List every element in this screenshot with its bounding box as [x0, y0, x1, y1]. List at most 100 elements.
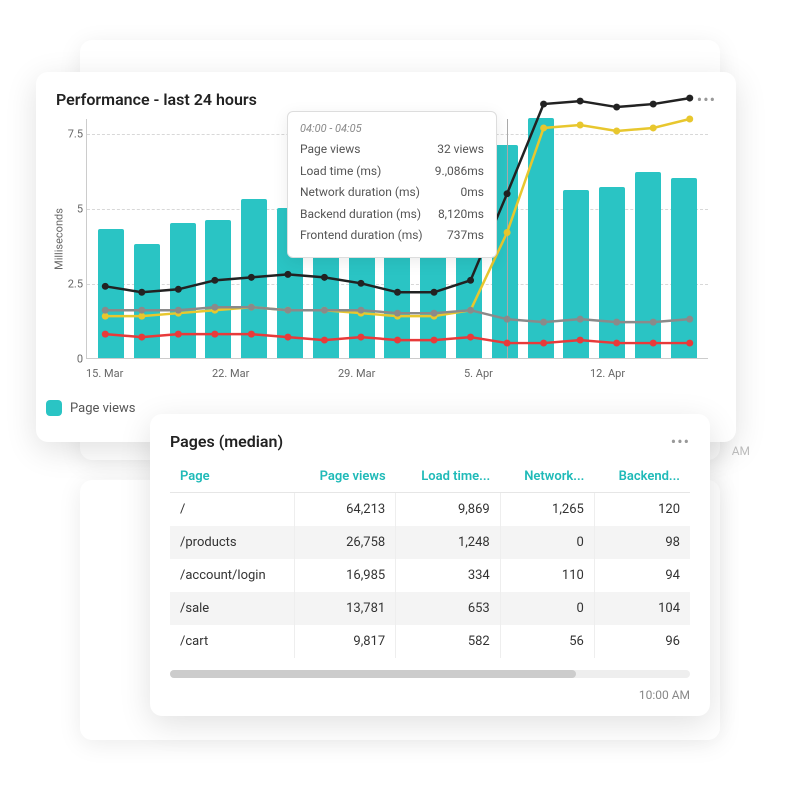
- series-point[interactable]: [138, 334, 145, 341]
- series-point[interactable]: [211, 304, 218, 311]
- more-icon[interactable]: •••: [671, 432, 690, 451]
- series-point[interactable]: [686, 95, 693, 102]
- chart-timestamp-ghost: AM: [732, 444, 750, 458]
- series-point[interactable]: [248, 274, 255, 281]
- series-point[interactable]: [540, 101, 547, 108]
- series-point[interactable]: [431, 310, 438, 317]
- series-point[interactable]: [577, 316, 584, 323]
- series-point[interactable]: [138, 307, 145, 314]
- series-point[interactable]: [211, 277, 218, 284]
- series-point[interactable]: [577, 337, 584, 344]
- table-row[interactable]: /sale13,7816530104: [170, 592, 690, 625]
- table-row[interactable]: /products26,7581,248098: [170, 526, 690, 559]
- column-header[interactable]: Page views: [295, 461, 396, 493]
- series-point[interactable]: [467, 334, 474, 341]
- series-point[interactable]: [577, 121, 584, 128]
- series-point[interactable]: [504, 190, 511, 197]
- table-cell: 582: [396, 625, 501, 658]
- series-point[interactable]: [211, 331, 218, 338]
- series-point[interactable]: [431, 289, 438, 296]
- series-point[interactable]: [138, 313, 145, 320]
- table-cell: 9,817: [295, 625, 396, 658]
- series-point[interactable]: [321, 337, 328, 344]
- series-point[interactable]: [504, 316, 511, 323]
- table-cell: 94: [594, 559, 690, 592]
- table-cell: 9,869: [396, 493, 501, 527]
- series-point[interactable]: [175, 331, 182, 338]
- series-point[interactable]: [357, 334, 364, 341]
- series-point[interactable]: [686, 316, 693, 323]
- scrollbar-thumb[interactable]: [170, 670, 576, 678]
- column-header[interactable]: Network...: [500, 461, 594, 493]
- series-point[interactable]: [248, 304, 255, 311]
- table-cell: 26,758: [295, 526, 396, 559]
- series-point[interactable]: [650, 319, 657, 326]
- series-point[interactable]: [138, 289, 145, 296]
- table-row[interactable]: /64,2139,8691,265120: [170, 493, 690, 527]
- series-point[interactable]: [284, 307, 291, 314]
- legend-label: Page views: [70, 401, 135, 416]
- series-point[interactable]: [540, 340, 547, 347]
- table-cell: 334: [396, 559, 501, 592]
- series-point[interactable]: [102, 283, 109, 290]
- table-cell: /cart: [170, 625, 295, 658]
- series-point[interactable]: [504, 340, 511, 347]
- series-point[interactable]: [284, 271, 291, 278]
- x-tick: 12. Apr: [590, 367, 716, 380]
- series-point[interactable]: [467, 307, 474, 314]
- series-point[interactable]: [577, 98, 584, 105]
- table-cell: /account/login: [170, 559, 295, 592]
- series-point[interactable]: [394, 289, 401, 296]
- series-point[interactable]: [175, 286, 182, 293]
- table-row[interactable]: /account/login16,98533411094: [170, 559, 690, 592]
- y-tick: 5: [57, 203, 83, 216]
- tooltip-row: Page views32 views: [300, 139, 484, 161]
- series-point[interactable]: [650, 340, 657, 347]
- table-cell: 16,985: [295, 559, 396, 592]
- table-timestamp: 10:00 AM: [170, 688, 690, 702]
- chart-plot-area[interactable]: Milliseconds 02.557.5 04:00 - 04:05 Page…: [86, 119, 708, 359]
- table-cell: 104: [594, 592, 690, 625]
- series-point[interactable]: [650, 124, 657, 131]
- series-point[interactable]: [613, 127, 620, 134]
- series-point[interactable]: [613, 104, 620, 111]
- series-point[interactable]: [357, 280, 364, 287]
- series-point[interactable]: [650, 101, 657, 108]
- series-point[interactable]: [613, 319, 620, 326]
- series-point[interactable]: [431, 337, 438, 344]
- series-point[interactable]: [248, 331, 255, 338]
- series-point[interactable]: [467, 277, 474, 284]
- series-point[interactable]: [102, 307, 109, 314]
- series-point[interactable]: [540, 319, 547, 326]
- table-row[interactable]: /cart9,8175825696: [170, 625, 690, 658]
- column-header[interactable]: Page: [170, 461, 295, 493]
- y-axis-label: Milliseconds: [53, 208, 66, 270]
- series-point[interactable]: [102, 331, 109, 338]
- horizontal-scrollbar[interactable]: [170, 670, 690, 678]
- table-cell: 110: [500, 559, 594, 592]
- series-point[interactable]: [394, 310, 401, 317]
- series-point[interactable]: [284, 334, 291, 341]
- series-point[interactable]: [540, 124, 547, 131]
- series-point[interactable]: [102, 313, 109, 320]
- table-cell: /products: [170, 526, 295, 559]
- series-point[interactable]: [321, 307, 328, 314]
- series-point[interactable]: [321, 274, 328, 281]
- series-point[interactable]: [613, 340, 620, 347]
- column-header[interactable]: Backend...: [594, 461, 690, 493]
- chart-tooltip: 04:00 - 04:05 Page views32 viewsLoad tim…: [287, 111, 497, 258]
- table-card-header: Pages (median) •••: [170, 432, 690, 451]
- table-cell: 0: [500, 526, 594, 559]
- column-header[interactable]: Load time...: [396, 461, 501, 493]
- table-cell: 653: [396, 592, 501, 625]
- series-point[interactable]: [504, 229, 511, 236]
- series-point[interactable]: [686, 116, 693, 123]
- series-point[interactable]: [357, 307, 364, 314]
- table-card-title: Pages (median): [170, 432, 283, 451]
- table-body: /64,2139,8691,265120/products26,7581,248…: [170, 493, 690, 659]
- x-axis-ticks: 15. Mar22. Mar29. Mar5. Apr12. Apr: [86, 367, 716, 380]
- series-point[interactable]: [175, 307, 182, 314]
- more-icon[interactable]: •••: [697, 90, 716, 109]
- series-point[interactable]: [686, 340, 693, 347]
- series-point[interactable]: [394, 337, 401, 344]
